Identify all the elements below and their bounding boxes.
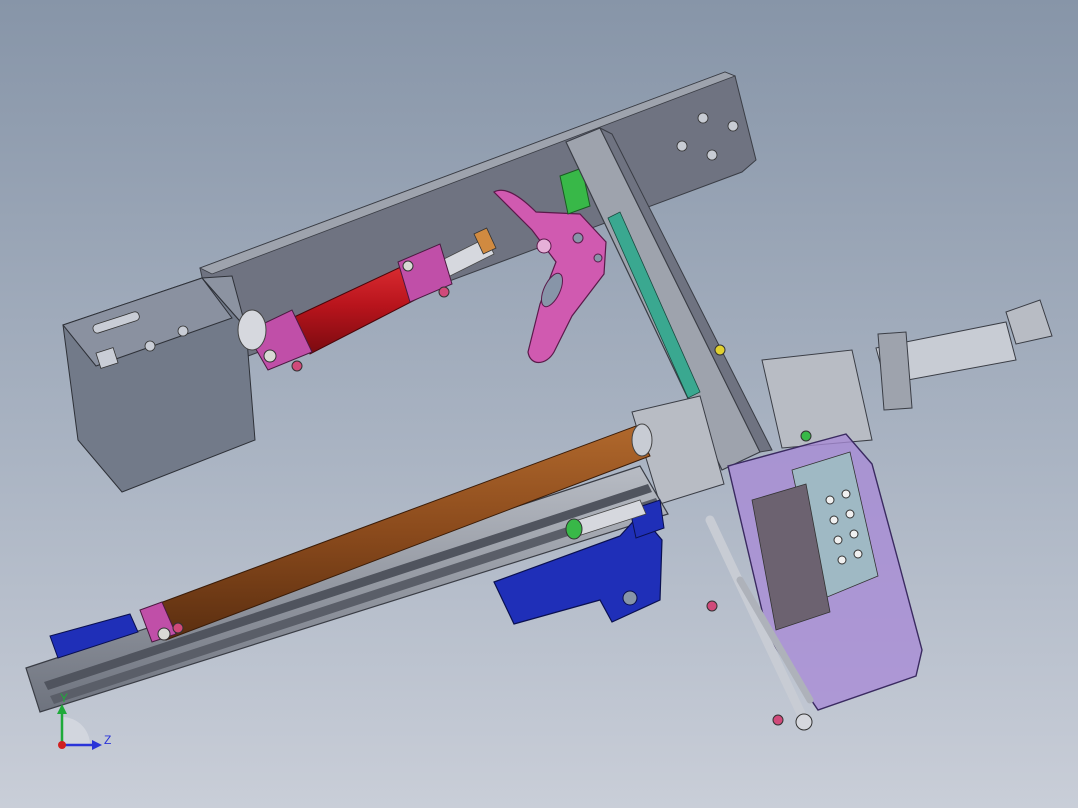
fitting: [402, 260, 414, 272]
plate-hole: [676, 140, 688, 152]
cad-viewport[interactable]: Y Z: [0, 0, 1078, 808]
fitting: [772, 714, 784, 726]
valve-port: [837, 555, 847, 565]
swing-arm-hole: [593, 253, 603, 263]
coordinate-triad: Y Z: [57, 691, 111, 750]
fitting: [714, 344, 726, 356]
valve-port: [845, 509, 855, 519]
valve-port: [853, 549, 863, 559]
gripper-block: [877, 331, 913, 411]
swing-arm-hole: [572, 232, 584, 244]
valve-port: [849, 529, 859, 539]
fitting: [263, 349, 277, 363]
fitting: [706, 600, 718, 612]
valve-port: [841, 489, 851, 499]
fitting: [438, 286, 450, 298]
triad-z-label: Z: [104, 733, 111, 747]
brown-cylinder-cap: [631, 423, 653, 457]
control-box-knob: [144, 340, 156, 352]
fitting: [800, 430, 812, 442]
fitting: [291, 360, 303, 372]
valve-port: [825, 495, 835, 505]
triad-shadow-arc: [62, 717, 90, 745]
triad-z-arrow: [92, 740, 102, 750]
triad-y-label: Y: [60, 691, 68, 705]
fitting: [157, 627, 171, 641]
assembly-model: Y Z: [25, 71, 1053, 750]
valve-port: [829, 515, 839, 525]
swing-arm-pivot: [536, 238, 552, 254]
gripper-housing: [761, 349, 873, 449]
valve-port: [833, 535, 843, 545]
plate-hole: [706, 149, 718, 161]
bracket-hole: [622, 590, 638, 606]
triad-origin: [58, 741, 66, 749]
cylinder-ring: [565, 518, 583, 540]
rod-end: [795, 713, 813, 731]
plate-hole: [697, 112, 709, 124]
control-box-knob: [177, 325, 189, 337]
fitting: [172, 622, 184, 634]
gripper-jaw: [1005, 299, 1053, 345]
cylinder-end-cap: [237, 309, 267, 351]
plate-hole: [727, 120, 739, 132]
